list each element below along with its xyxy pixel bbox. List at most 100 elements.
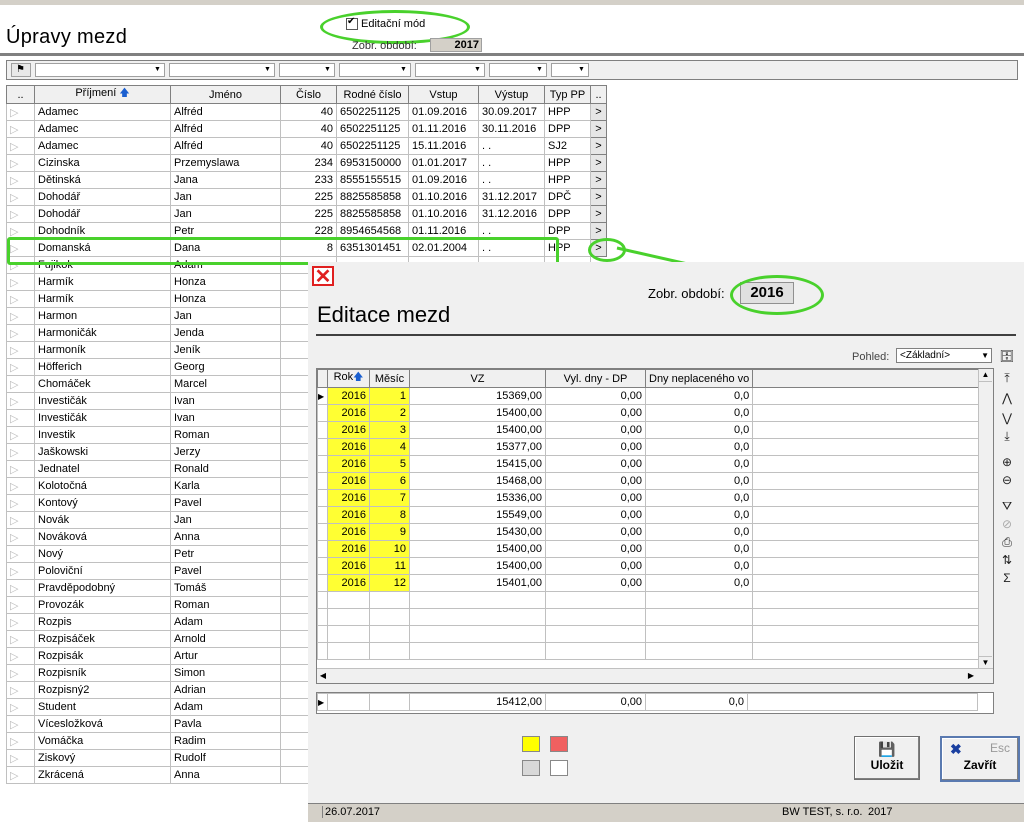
flag-filter-button[interactable]: ⚑ xyxy=(11,63,31,77)
row-detail-button[interactable]: > xyxy=(590,222,607,240)
payroll-row[interactable]: 2016 3 15400,00 0,00 0,0 xyxy=(317,421,984,439)
row-detail-button[interactable]: > xyxy=(590,171,607,189)
cell-vz[interactable]: 15400,00 xyxy=(409,421,546,439)
cell-month[interactable]: 8 xyxy=(369,506,410,524)
cell-year[interactable]: 2016 xyxy=(327,421,370,439)
cell-unpaid-days[interactable]: 0,0 xyxy=(644,421,754,439)
sum-icon[interactable]: Σ xyxy=(998,570,1016,586)
chevron-down-icon[interactable]: ▼ xyxy=(398,65,409,75)
cell-unpaid-days[interactable]: 0,0 xyxy=(644,438,754,456)
row-detail-button[interactable]: > xyxy=(590,205,607,223)
cell-days-dp[interactable]: 0,00 xyxy=(545,387,646,405)
cell-unpaid-days[interactable]: 0,0 xyxy=(644,455,754,473)
zoom-out-icon[interactable]: ⊖ xyxy=(998,472,1016,488)
cell-days-dp[interactable]: 0,00 xyxy=(545,557,646,575)
vertical-scrollbar[interactable]: ▲ ▼ xyxy=(978,369,993,669)
payroll-row[interactable]: 2016 6 15468,00 0,00 0,0 xyxy=(317,472,984,490)
table-row[interactable]: ▷ Dětinská Jana 233 8555155515 01.09.2016. .H… xyxy=(6,171,607,189)
cell-month[interactable]: 2 xyxy=(369,404,410,422)
cell-year[interactable]: 2016 xyxy=(327,557,370,575)
cell-month[interactable]: 3 xyxy=(369,421,410,439)
cell-days-dp[interactable]: 0,00 xyxy=(545,489,646,507)
cell-vz[interactable]: 15336,00 xyxy=(409,489,546,507)
row-detail-button[interactable]: > xyxy=(590,137,607,155)
cell-unpaid-days[interactable]: 0,0 xyxy=(644,557,754,575)
cell-unpaid-days[interactable]: 0,0 xyxy=(644,404,754,422)
cell-unpaid-days[interactable]: 0,0 xyxy=(644,540,754,558)
payroll-row[interactable]: 2016 4 15377,00 0,00 0,0 xyxy=(317,438,984,456)
payroll-row[interactable]: 2016 7 15336,00 0,00 0,0 xyxy=(317,489,984,507)
number-filter[interactable]: ▼ xyxy=(279,63,335,77)
column-header-year[interactable]: Rok🡅 xyxy=(327,369,370,388)
type-filter[interactable]: ▼ xyxy=(551,63,589,77)
cell-days-dp[interactable]: 0,00 xyxy=(545,455,646,473)
payroll-row[interactable]: 2016 5 15415,00 0,00 0,0 xyxy=(317,455,984,473)
cell-month[interactable]: 7 xyxy=(369,489,410,507)
cell-vz[interactable]: 15369,00 xyxy=(409,387,546,405)
cell-unpaid-days[interactable]: 0,0 xyxy=(644,523,754,541)
cell-days-dp[interactable]: 0,00 xyxy=(545,506,646,524)
cell-year[interactable]: 2016 xyxy=(327,387,370,405)
cell-month[interactable]: 11 xyxy=(369,557,410,575)
cell-month[interactable]: 1 xyxy=(369,387,410,405)
cell-unpaid-days[interactable]: 0,0 xyxy=(644,489,754,507)
cell-days-dp[interactable]: 0,00 xyxy=(545,404,646,422)
cell-year[interactable]: 2016 xyxy=(327,438,370,456)
cell-month[interactable]: 12 xyxy=(369,574,410,592)
cell-month[interactable]: 10 xyxy=(369,540,410,558)
table-row[interactable]: ▷ Dohodář Jan 225 8825585858 01.10.2016 31.12.… xyxy=(6,188,607,206)
column-header[interactable]: Typ PP xyxy=(544,85,591,104)
cell-month[interactable]: 5 xyxy=(369,455,410,473)
surname-filter[interactable]: ▼ xyxy=(35,63,165,77)
column-header[interactable]: Vstup xyxy=(408,85,479,104)
cell-year[interactable]: 2016 xyxy=(327,455,370,473)
payroll-row[interactable]: 2016 10 15400,00 0,00 0,0 xyxy=(317,540,984,558)
column-header[interactable]: .. xyxy=(590,85,607,104)
chevron-down-icon[interactable]: ▼ xyxy=(472,65,483,75)
cell-days-dp[interactable]: 0,00 xyxy=(545,523,646,541)
row-detail-button[interactable]: > xyxy=(590,188,607,206)
last-record-icon[interactable]: ⤓ xyxy=(998,428,1016,444)
column-header[interactable]: VZ xyxy=(409,369,546,388)
database-icon[interactable]: 🗄 xyxy=(998,348,1016,364)
cell-vz[interactable]: 15400,00 xyxy=(409,404,546,422)
cell-days-dp[interactable]: 0,00 xyxy=(545,574,646,592)
payroll-row[interactable]: 2016 9 15430,00 0,00 0,0 xyxy=(317,523,984,541)
cell-days-dp[interactable]: 0,00 xyxy=(545,472,646,490)
chevron-down-icon[interactable]: ▼ xyxy=(262,65,273,75)
next-record-icon[interactable]: ⋁ xyxy=(998,410,1016,426)
payroll-row[interactable]: 2016 8 15549,00 0,00 0,0 xyxy=(317,506,984,524)
row-detail-button[interactable]: > xyxy=(590,103,607,121)
table-row[interactable]: ▷ Dohodář Jan 225 8825585858 01.10.2016 31.12.… xyxy=(6,205,607,223)
column-header[interactable]: Vyl. dny - DP xyxy=(545,369,646,388)
sort-icon[interactable]: ⇅ xyxy=(998,552,1016,568)
close-button[interactable]: ✖ Esc Zavřít xyxy=(940,736,1020,782)
payroll-row[interactable]: 2016 11 15400,00 0,00 0,0 xyxy=(317,557,984,575)
cell-vz[interactable]: 15549,00 xyxy=(409,506,546,524)
exit-filter[interactable]: ▼ xyxy=(489,63,547,77)
scroll-right-icon[interactable]: ▶ xyxy=(965,669,977,682)
column-header[interactable]: Číslo xyxy=(280,85,337,104)
cell-unpaid-days[interactable]: 0,0 xyxy=(644,506,754,524)
table-row[interactable]: ▷ Adamec Alfréd 40 6502251125 15.11.2016. . SJ… xyxy=(6,137,607,155)
chevron-down-icon[interactable]: ▼ xyxy=(322,65,333,75)
column-header[interactable]: .. xyxy=(6,85,35,104)
payroll-row[interactable]: ▶ 2016 1 15369,00 0,00 0,0 xyxy=(317,387,984,405)
cell-vz[interactable]: 15415,00 xyxy=(409,455,546,473)
scroll-up-icon[interactable]: ▲ xyxy=(979,369,992,382)
cell-year[interactable]: 2016 xyxy=(327,523,370,541)
previous-record-icon[interactable]: ⋀ xyxy=(998,390,1016,406)
cell-year[interactable]: 2016 xyxy=(327,574,370,592)
view-select[interactable]: <Základní> ▼ xyxy=(896,348,992,363)
chevron-down-icon[interactable]: ▼ xyxy=(152,65,163,75)
cell-vz[interactable]: 15400,00 xyxy=(409,540,546,558)
save-button[interactable]: 💾 Uložit xyxy=(854,736,920,780)
cell-vz[interactable]: 15430,00 xyxy=(409,523,546,541)
row-detail-button[interactable]: > xyxy=(590,120,607,138)
birth-number-filter[interactable]: ▼ xyxy=(339,63,411,77)
column-header[interactable]: Rodné číslo xyxy=(336,85,409,104)
table-row[interactable]: ▷ Cizinska Przemyslawa 234 6953150000 01.01.2… xyxy=(6,154,607,172)
cell-unpaid-days[interactable]: 0,0 xyxy=(644,472,754,490)
chevron-down-icon[interactable]: ▼ xyxy=(534,65,545,75)
cell-year[interactable]: 2016 xyxy=(327,506,370,524)
